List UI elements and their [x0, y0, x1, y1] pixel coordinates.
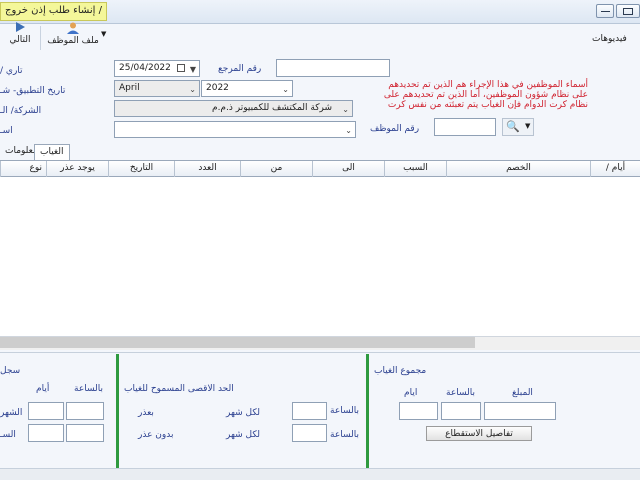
total-amount-field[interactable]	[484, 402, 556, 420]
employee-file-button[interactable]: ملف الموظف	[44, 22, 102, 50]
minimize-button[interactable]	[596, 4, 614, 18]
date-dropdown-icon[interactable]: ▼	[190, 65, 196, 74]
dropdown-arrow-icon[interactable]: ▼	[101, 30, 106, 38]
absence-total-title: مجموع الغياب	[374, 366, 427, 376]
amount-label: المبلغ	[512, 388, 533, 398]
record-month-label: الشهر	[0, 408, 23, 418]
deduction-details-button[interactable]: تفاصيل الاستقطاع	[426, 426, 532, 441]
with-excuse-field[interactable]	[292, 402, 327, 420]
panel-divider	[116, 354, 119, 470]
window-title: إنشاء طلب إذن خروج /	[0, 2, 107, 21]
calendar-icon[interactable]	[177, 64, 185, 72]
minimize-icon	[601, 11, 610, 12]
maximize-button[interactable]	[616, 4, 640, 18]
employee-name-select[interactable]: ⌄	[114, 121, 356, 138]
per-month-label-2: لكل شهر	[226, 430, 261, 440]
absence-grid[interactable]	[0, 160, 640, 336]
toolbar-separator	[40, 26, 41, 50]
binoculars-icon: 🔍	[506, 120, 520, 133]
maximize-icon	[623, 8, 633, 15]
total-days-label: ايام	[404, 388, 418, 398]
name-chevron-icon: ⌄	[345, 126, 352, 135]
employee-number-label: رقم الموظف	[370, 124, 420, 134]
reference-label: رقم المرجع	[218, 64, 262, 74]
month-select[interactable]: April ⌄	[114, 80, 200, 97]
max-allowed-title: الحد الاقصى المسموح للغياب	[124, 384, 234, 394]
per-month-label: لكل شهر	[226, 408, 261, 418]
col-has-excuse[interactable]: يوجد عذر	[46, 161, 108, 177]
scrollbar-thumb[interactable]	[0, 337, 475, 348]
year-value: 2022	[206, 83, 229, 93]
col-reason[interactable]: السبب	[384, 161, 446, 177]
next-arrow-icon	[15, 22, 25, 32]
record-month-days-field[interactable]	[28, 402, 64, 420]
date-value: 25/04/2022	[119, 63, 171, 73]
record-year-days-field[interactable]	[28, 424, 64, 442]
total-hours-label: بالساعة	[446, 388, 475, 398]
year-select[interactable]: 2022 ⌄	[201, 80, 293, 97]
year-chevron-icon: ⌄	[282, 85, 289, 94]
reference-input[interactable]	[276, 59, 390, 77]
employee-number-input[interactable]	[434, 118, 496, 136]
total-hours-field[interactable]	[441, 402, 481, 420]
date-picker[interactable]: 25/04/2022 ▼	[114, 60, 200, 77]
company-label: الشركة/ الـ	[0, 106, 42, 116]
without-excuse-label: بدون عذر	[138, 430, 174, 440]
status-bar	[0, 468, 640, 480]
record-year-label: السـ	[0, 430, 16, 440]
videos-link[interactable]: فيديوهات	[592, 34, 627, 44]
notice-text: أسماء الموظفين في هذا الإجراء هم الذين ت…	[383, 80, 588, 110]
col-to[interactable]: الى	[312, 161, 384, 177]
record-days-label: أيام	[36, 384, 50, 394]
record-hours-label: بالساعة	[74, 384, 103, 394]
col-days[interactable]: / أيام	[590, 161, 640, 177]
user-icon	[67, 22, 79, 34]
col-date[interactable]: التاريخ	[108, 161, 174, 177]
company-value: شركة المكتشف للكمبيوتر ذ.م.م	[212, 103, 332, 113]
col-deduction[interactable]: الخصم	[446, 161, 590, 177]
name-label: اسـ	[0, 126, 13, 136]
total-days-field[interactable]	[399, 402, 438, 420]
apply-date-label: تاريخ التطبيق- شـ	[0, 86, 66, 96]
col-count[interactable]: العدد	[174, 161, 240, 177]
panel-divider	[366, 354, 369, 470]
find-employee-button[interactable]: 🔍 ▼	[502, 118, 534, 136]
company-select[interactable]: شركة المكتشف للكمبيوتر ذ.م.م ⌄	[114, 100, 353, 117]
record-title: سجل	[0, 366, 21, 376]
month-chevron-icon: ⌄	[189, 85, 196, 94]
next-button[interactable]: التالي	[4, 22, 36, 50]
next-label: التالي	[9, 35, 31, 45]
company-chevron-icon: ⌄	[342, 105, 349, 114]
without-excuse-hours-label: بالساعة	[330, 430, 359, 440]
date-label: / تاري	[0, 66, 23, 76]
col-from[interactable]: من	[240, 161, 312, 177]
tab-absence[interactable]: الغياب	[34, 144, 70, 160]
with-excuse-label: بعذر	[138, 408, 154, 418]
month-value: April	[119, 83, 140, 93]
record-year-hours-field[interactable]	[66, 424, 104, 442]
without-excuse-field[interactable]	[292, 424, 327, 442]
employee-file-label: ملف الموظف	[47, 36, 99, 46]
record-month-hours-field[interactable]	[66, 402, 104, 420]
col-type[interactable]: نوع	[0, 161, 46, 177]
find-dropdown-icon: ▼	[525, 122, 531, 130]
with-excuse-hours-label: بالساعة	[330, 406, 359, 416]
